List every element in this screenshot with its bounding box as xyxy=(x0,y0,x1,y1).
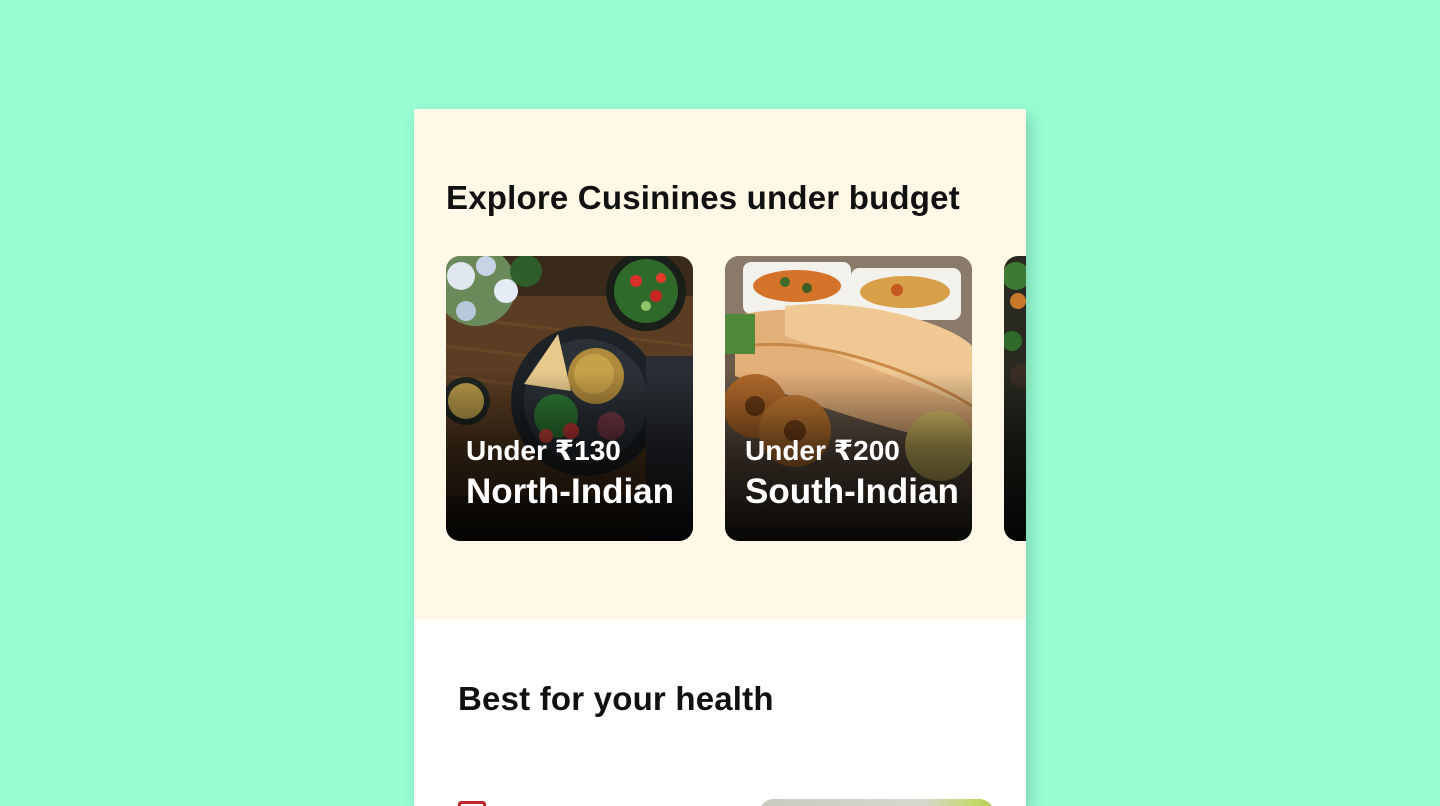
health-item-image[interactable] xyxy=(759,799,994,806)
cuisine-card-next[interactable] xyxy=(1004,256,1026,541)
budget-section-title: Explore Cusinines under budget xyxy=(446,179,960,216)
budget-section: Explore Cusinines under budget Under ₹13… xyxy=(414,109,1026,619)
veg-indicator-icon xyxy=(458,801,486,806)
health-section-title: Best for your health xyxy=(458,680,774,717)
cuisine-card-north-indian[interactable]: Under ₹130 North-Indian xyxy=(446,256,693,541)
card-gradient-overlay xyxy=(1004,371,1026,541)
cuisine-card-south-indian[interactable]: Under ₹200 South-Indian xyxy=(725,256,972,541)
card-price-label: Under ₹130 xyxy=(466,435,621,466)
card-price-label: Under ₹200 xyxy=(745,435,900,466)
card-cuisine-name: South-Indian xyxy=(745,472,959,511)
app-screen: Explore Cusinines under budget Under ₹13… xyxy=(414,109,1026,806)
card-cuisine-name: North-Indian xyxy=(466,472,675,511)
